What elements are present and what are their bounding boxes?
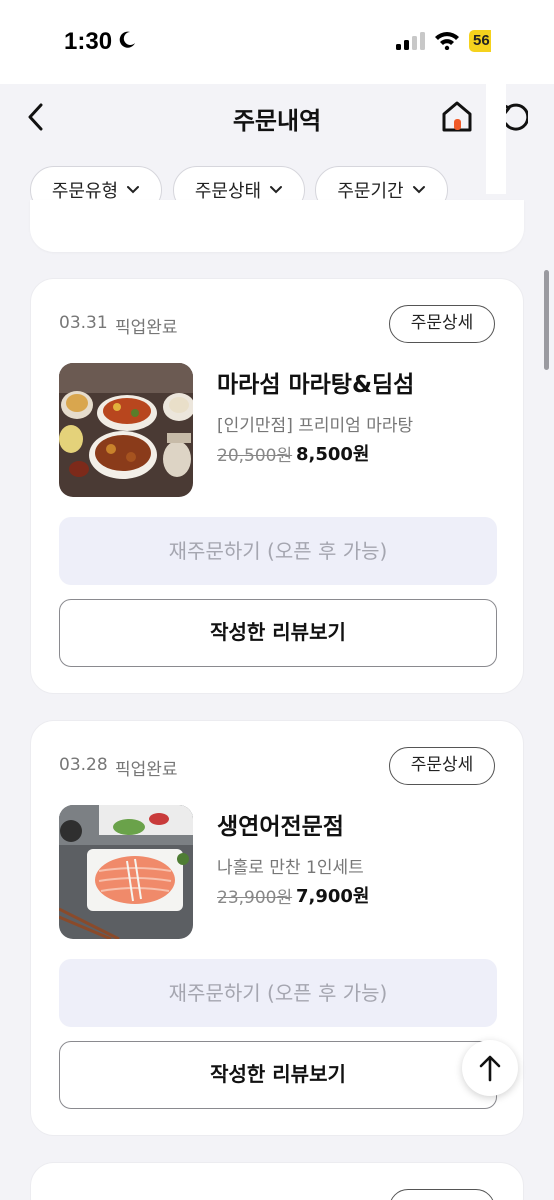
battery-level: 56 (473, 32, 490, 49)
order-card: 03.28 픽업완료 주문상세 생연어전문점 나홀로 만찬 1인세트 23,90… (30, 720, 524, 1136)
original-price: 20,500원 (217, 446, 293, 466)
status-bar: 1:30 56 (0, 0, 554, 84)
view-review-button[interactable]: 작성한 리뷰보기 (59, 1041, 497, 1109)
food-thumbnail-image[interactable] (59, 805, 193, 939)
order-detail-button[interactable]: 주문상세 (389, 747, 495, 785)
order-card: 03.31 픽업완료 주문상세 마라섬 마라탕&딤섬 [인기만점] 프리미엄 마… (30, 278, 524, 694)
status-time: 1:30 (64, 28, 113, 55)
arrow-up-icon (479, 1055, 501, 1082)
order-card-partial (30, 1162, 524, 1200)
order-detail-button[interactable]: 주문상세 (389, 305, 495, 343)
original-price: 23,900원 (217, 888, 293, 908)
order-detail-button[interactable] (389, 1189, 495, 1200)
scroll-indicator[interactable] (544, 270, 549, 370)
home-icon[interactable] (440, 99, 474, 133)
order-date: 03.28 (59, 755, 108, 775)
chevron-down-icon (412, 186, 425, 194)
chevron-down-icon (270, 186, 283, 194)
mala-food-image (59, 363, 193, 497)
scroll-to-top-button[interactable] (462, 1040, 518, 1096)
order-date: 03.31 (59, 313, 108, 333)
order-status: 픽업완료 (115, 318, 178, 338)
overlay-strip (486, 84, 506, 194)
battery-icon: 56 (469, 30, 491, 52)
moon-icon (119, 31, 135, 48)
order-status: 픽업완료 (115, 760, 178, 780)
reorder-button[interactable]: 재주문하기 (오픈 후 가능) (59, 959, 497, 1027)
food-thumbnail-image[interactable] (59, 363, 193, 497)
view-review-button[interactable]: 작성한 리뷰보기 (59, 599, 497, 667)
cellular-signal-icon (396, 32, 425, 50)
final-price: 8,500원 (296, 444, 370, 465)
wifi-icon (435, 32, 459, 50)
chevron-down-icon (127, 186, 140, 194)
store-name: 생연어전문점 (217, 814, 344, 840)
final-price: 7,900원 (296, 886, 370, 907)
menu-name: [인기만점] 프리미엄 마라탕 (217, 416, 414, 436)
previous-order-card-edge (30, 200, 524, 252)
reorder-button[interactable]: 재주문하기 (오픈 후 가능) (59, 517, 497, 585)
store-name: 마라섬 마라탕&딤섬 (217, 372, 415, 398)
salmon-food-image (59, 805, 193, 939)
menu-name: 나홀로 만찬 1인세트 (217, 858, 364, 878)
